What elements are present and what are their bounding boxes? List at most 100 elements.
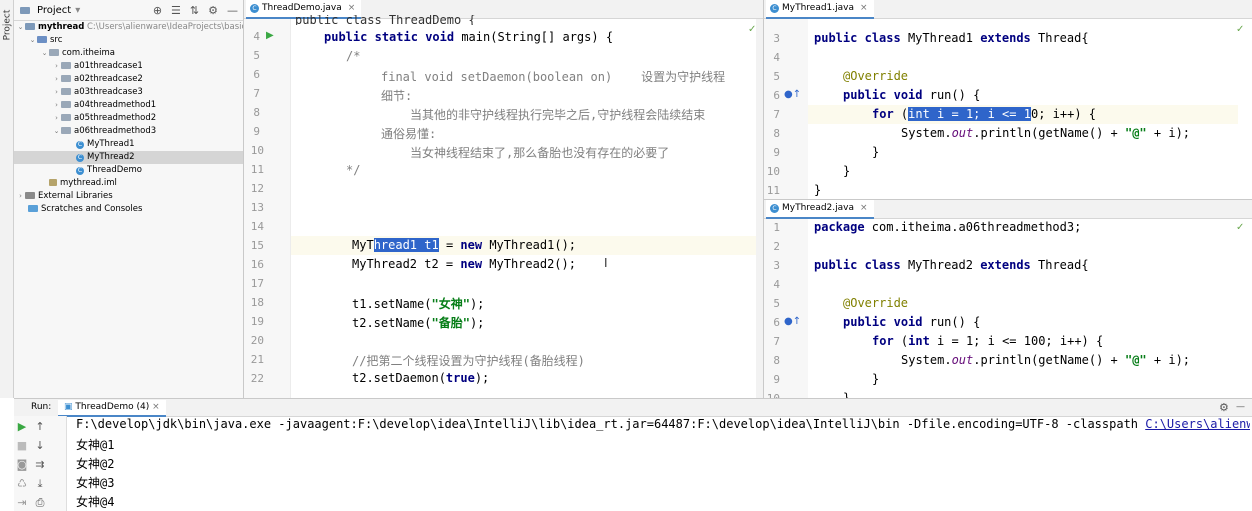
camera-icon[interactable]: ◙	[14, 458, 30, 471]
code-line: 通俗易懂:	[381, 127, 437, 141]
tree-item-package[interactable]: › a02threadcase2	[14, 73, 243, 86]
line-number: 8	[773, 354, 780, 367]
console-command-line: F:\develop\jdk\bin\java.exe -javaagent:F…	[76, 417, 1250, 431]
code-line: }	[843, 391, 851, 398]
code-line: /*	[346, 49, 361, 63]
tree-item-package[interactable]: ⌄ com.itheima	[14, 47, 243, 60]
locate-icon[interactable]: ⊕	[153, 4, 162, 17]
editor-tab-bar: C MyThread1.java ×	[764, 0, 1252, 19]
inspection-ok-icon[interactable]: ✓	[1236, 222, 1244, 233]
tree-item-class[interactable]: C MyThread1	[14, 138, 243, 151]
class-icon: C	[76, 141, 84, 149]
editor-tab-bar: C MyThread2.java ×	[764, 200, 1252, 219]
classpath-link[interactable]: C:\Users\alienwa	[1145, 417, 1250, 431]
collapse-all-icon[interactable]: ☰	[171, 4, 181, 17]
line-number: 5	[773, 297, 780, 310]
line-number: 4	[253, 30, 260, 43]
soft-wrap-icon[interactable]: ⇉	[32, 458, 48, 471]
tree-item-external-libraries[interactable]: › External Libraries	[14, 190, 243, 203]
close-icon[interactable]: ×	[860, 3, 868, 13]
code-line: public static void main(String[] args) {	[324, 30, 614, 44]
text-selection: hread1 t1	[373, 238, 439, 252]
tree-item-mythread[interactable]: ⌄ mythread C:\Users\alienware\IdeaProject…	[14, 21, 243, 34]
line-number: 17	[250, 277, 264, 290]
run-tool-window: Run: ▣ ThreadDemo (4) × ⚙ — ▶ ↑ ■ ↓ ◙ ⇉ …	[14, 398, 1252, 511]
line-number: 3	[773, 32, 780, 45]
gear-icon[interactable]: ⚙	[208, 4, 218, 17]
line-number: 8	[253, 106, 260, 119]
exit-icon[interactable]: ⇥	[14, 496, 30, 509]
code-line: }	[814, 183, 822, 197]
override-gutter-icon[interactable]: ●↑	[784, 89, 801, 100]
line-number: 12	[250, 182, 264, 195]
project-view-selector[interactable]: Project	[37, 5, 71, 16]
class-icon: C	[76, 154, 84, 162]
tab-mythread2[interactable]: C MyThread2.java ×	[766, 200, 874, 219]
tree-item-src[interactable]: ⌄ src	[14, 34, 243, 47]
class-icon: C	[250, 4, 259, 13]
line-number: 10	[766, 165, 780, 178]
scroll-to-end-icon[interactable]: ⤓	[32, 477, 48, 491]
code-line: for (int i = 1; i <= 100; i++) {	[872, 334, 1104, 348]
line-number: 5	[253, 49, 260, 62]
console-line: 女神@1	[76, 438, 115, 452]
tree-item-class-selected[interactable]: C MyThread2	[14, 151, 243, 164]
run-header: Run: ▣ ThreadDemo (4) × ⚙ —	[14, 399, 1252, 417]
run-tab[interactable]: ▣ ThreadDemo (4) ×	[58, 400, 166, 417]
line-number: 15	[250, 239, 264, 252]
scrollbar[interactable]	[756, 19, 763, 398]
folder-icon	[20, 6, 30, 14]
expand-all-icon[interactable]: ⇅	[190, 4, 199, 17]
tree-item-package[interactable]: › a01threadcase1	[14, 60, 243, 73]
line-number: 5	[773, 70, 780, 83]
gear-icon[interactable]: ⚙	[1219, 399, 1229, 416]
close-icon[interactable]: ×	[860, 203, 868, 213]
tree-item-class[interactable]: C ThreadDemo	[14, 164, 243, 177]
project-stripe-button[interactable]: Project	[2, 10, 12, 41]
code-line: 细节:	[381, 89, 413, 103]
tree-item-scratches[interactable]: Scratches and Consoles	[14, 203, 243, 216]
code-line: t2.setName("备胎");	[352, 316, 485, 330]
inspection-ok-icon[interactable]: ✓	[1236, 24, 1244, 35]
console-line: 女神@4	[76, 495, 115, 509]
close-icon[interactable]: ×	[152, 402, 160, 412]
run-label: Run:	[31, 402, 52, 412]
line-number: 22	[250, 372, 264, 385]
tree-item-package[interactable]: › a05threadmethod2	[14, 112, 243, 125]
line-number: 9	[773, 373, 780, 386]
line-number: 10	[250, 144, 264, 157]
code-line: t1.setName("女神");	[352, 297, 485, 311]
code-line: }	[843, 164, 851, 178]
minimize-icon[interactable]: —	[1236, 399, 1245, 416]
tree-item-package[interactable]: ⌄ a06threadmethod3	[14, 125, 243, 138]
tree-item-package[interactable]: › a04threadmethod1	[14, 99, 243, 112]
line-number: 11	[766, 184, 780, 197]
line-number: 16	[250, 258, 264, 271]
up-arrow-icon[interactable]: ↑	[32, 420, 48, 433]
line-number: 4	[773, 51, 780, 64]
code-line: }	[872, 145, 880, 159]
restore-layout-icon[interactable]: ♺	[14, 477, 30, 490]
chevron-down-icon[interactable]: ▾	[75, 5, 80, 16]
line-number: 11	[250, 163, 264, 176]
print-icon[interactable]: ⎙	[32, 496, 48, 510]
minimize-icon[interactable]: —	[227, 4, 238, 17]
console-line: 女神@3	[76, 476, 115, 490]
tab-mythread1[interactable]: C MyThread1.java ×	[766, 0, 874, 19]
tree-item-iml[interactable]: mythread.iml	[14, 177, 243, 190]
code-line: System.out.println(getName() + "@" + i);	[901, 126, 1191, 140]
stop-icon[interactable]: ■	[14, 439, 30, 452]
line-number: 14	[250, 220, 264, 233]
code-line: public void run() {	[843, 315, 981, 329]
down-arrow-icon[interactable]: ↓	[32, 439, 48, 452]
override-gutter-icon[interactable]: ●↑	[784, 316, 801, 327]
run-gutter-icon[interactable]: ▶	[266, 30, 274, 41]
close-icon[interactable]: ×	[348, 3, 356, 13]
line-number: 19	[250, 315, 264, 328]
code-line: final void setDaemon(boolean on) 设置为守护线程	[381, 70, 726, 84]
tree-item-package[interactable]: › a03threadcase3	[14, 86, 243, 99]
rerun-icon[interactable]: ▶	[14, 420, 30, 433]
line-number: 7	[773, 108, 780, 121]
code-line: 当女神线程结束了,那么备胎也没有存在的必要了	[410, 146, 670, 160]
project-panel-header: Project ▾ ⊕ ☰ ⇅ ⚙ —	[14, 0, 243, 21]
